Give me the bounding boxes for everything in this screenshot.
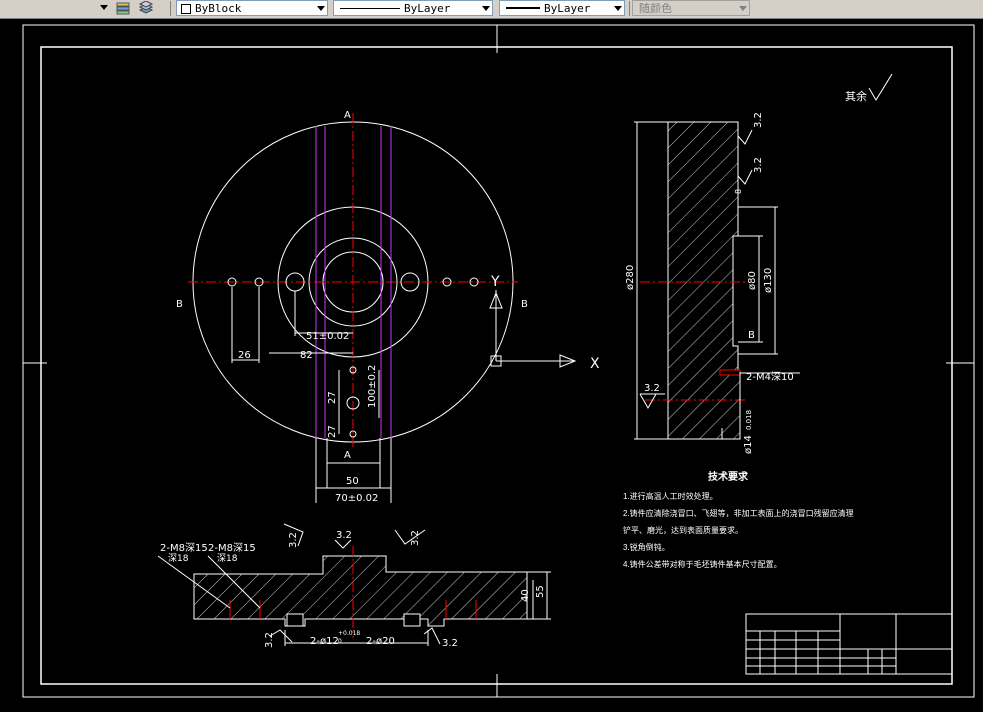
layers-icon[interactable]	[116, 1, 130, 15]
dim-text: ø280	[625, 265, 636, 290]
note-line: 1.进行高温人工时效处理。	[623, 492, 718, 501]
dim-text: 40	[520, 589, 531, 602]
linetype-value: ByLayer	[404, 2, 451, 15]
dim-text: 100±0.2	[367, 365, 378, 408]
dim-text: 2-ø20	[366, 636, 395, 647]
section-body	[193, 555, 528, 627]
dim-text: 3.2	[753, 112, 764, 128]
roughness-symbol	[737, 129, 753, 145]
lineweight-combo[interactable]: ByLayer	[499, 0, 625, 16]
title-block	[745, 613, 953, 675]
dim-text: 55	[535, 585, 546, 598]
dim-text: ø14	[743, 435, 754, 454]
counterbore	[286, 613, 304, 627]
section-label: A	[344, 450, 351, 461]
color-combo[interactable]: ByBlock	[176, 0, 328, 16]
dim-text: 50	[346, 476, 359, 487]
linetype-combo[interactable]: ByLayer	[333, 0, 493, 16]
roughness-label: 其余	[845, 89, 867, 103]
dim-text: 3.2	[288, 532, 299, 548]
note-line: 4.铸件公差带对称于毛坯铸件基本尺寸配置。	[623, 560, 782, 569]
counterbore	[403, 613, 421, 627]
plotstyle-value: 随颜色	[639, 2, 672, 15]
dim-text: 51±0.02	[306, 331, 349, 342]
dim-text: 3.2	[410, 530, 421, 546]
axis-y-label: Y	[490, 274, 500, 290]
section-label: B	[521, 299, 528, 310]
chevron-down-icon[interactable]	[317, 6, 325, 11]
axis-x-label: X	[590, 356, 600, 372]
roughness-symbol	[334, 539, 352, 549]
tap-hole	[719, 369, 741, 376]
dim-text: 82	[300, 350, 313, 361]
side-section-view: 3.2 3.2 ø280 ø80 ø130 B 2-M4深10 3.2 ø14 …	[625, 112, 800, 454]
dim-text: 0	[338, 638, 342, 645]
dim-text: 3.2	[336, 530, 352, 541]
previous-combo[interactable]	[0, 0, 110, 16]
note-line: 2.铸件应清除浇冒口、飞翅等，非加工表面上的浇冒口残留应清理	[623, 509, 854, 518]
roughness-symbol	[423, 627, 441, 645]
chevron-down-icon	[739, 6, 747, 11]
drawing-canvas[interactable]: A A B B 51±0.02 82 26 27 27 100±0.2 50 7…	[0, 18, 983, 712]
notes-title: 技术要求	[708, 470, 749, 483]
dim-text: 3.2	[442, 638, 458, 649]
section-label: A	[344, 110, 351, 121]
dim-text: 2-M4深10	[746, 371, 794, 383]
properties-toolbar: ByBlock ByLayer ByLayer 随颜色	[0, 0, 983, 19]
ucs-icon: Y X	[489, 274, 600, 372]
toolbar-separator	[170, 1, 171, 16]
technical-requirements: 1.进行高温人工时效处理。 2.铸件应清除浇冒口、飞翅等，非加工表面上的浇冒口残…	[623, 488, 854, 573]
chevron-down-icon[interactable]	[614, 6, 622, 11]
dim-text: 深18	[168, 553, 189, 564]
dim-text: 2-ø12	[310, 636, 339, 647]
dim-text: ø130	[763, 268, 774, 293]
dim-text: 3.2	[264, 632, 275, 648]
roughness-symbol	[639, 393, 657, 410]
dim-text: 2-M8深15	[208, 542, 256, 554]
lineweight-value: ByLayer	[544, 2, 591, 15]
dim-text: 3.2	[644, 383, 660, 394]
dim-text: ø80	[747, 271, 758, 290]
dim-text: 27	[327, 391, 338, 404]
chevron-down-icon[interactable]	[100, 5, 108, 10]
roughness-symbol	[868, 73, 893, 101]
color-value: ByBlock	[195, 2, 242, 15]
dim-text: 0.018	[745, 410, 753, 430]
dim-text: +0.018	[338, 630, 360, 637]
lineweight-sample	[506, 7, 540, 9]
dim-text: B	[748, 330, 755, 341]
dim-text: 3.2	[753, 157, 764, 173]
plotstyle-combo: 随颜色	[632, 0, 750, 16]
note-line: 铲平、磨光，达到表面质量要求。	[623, 526, 743, 535]
section-label: B	[176, 299, 183, 310]
plan-view: A A B B 51±0.02 82 26 27 27 100±0.2 50 7…	[176, 110, 600, 504]
front-section-view: 2-M8深15 深18 2-M8深15 深18 3.2 3.2 3.2 40 5…	[157, 523, 551, 649]
toolbar-separator	[629, 1, 630, 16]
note-line: 3.锐角倒钝。	[623, 543, 670, 552]
chevron-down-icon[interactable]	[482, 6, 490, 11]
dim-text: 70±0.02	[335, 493, 378, 504]
dim-text: 深18	[217, 553, 238, 564]
linetype-sample	[340, 8, 400, 9]
roughness-symbol	[737, 169, 753, 185]
dim-text: 26	[238, 350, 251, 361]
section-body	[667, 121, 741, 440]
dim-text: 2-M8深15	[160, 542, 208, 554]
dim-text: 27	[327, 425, 338, 438]
color-swatch	[181, 4, 191, 14]
layer-stack-icon[interactable]	[138, 0, 154, 15]
dim-text: 8	[734, 189, 743, 194]
